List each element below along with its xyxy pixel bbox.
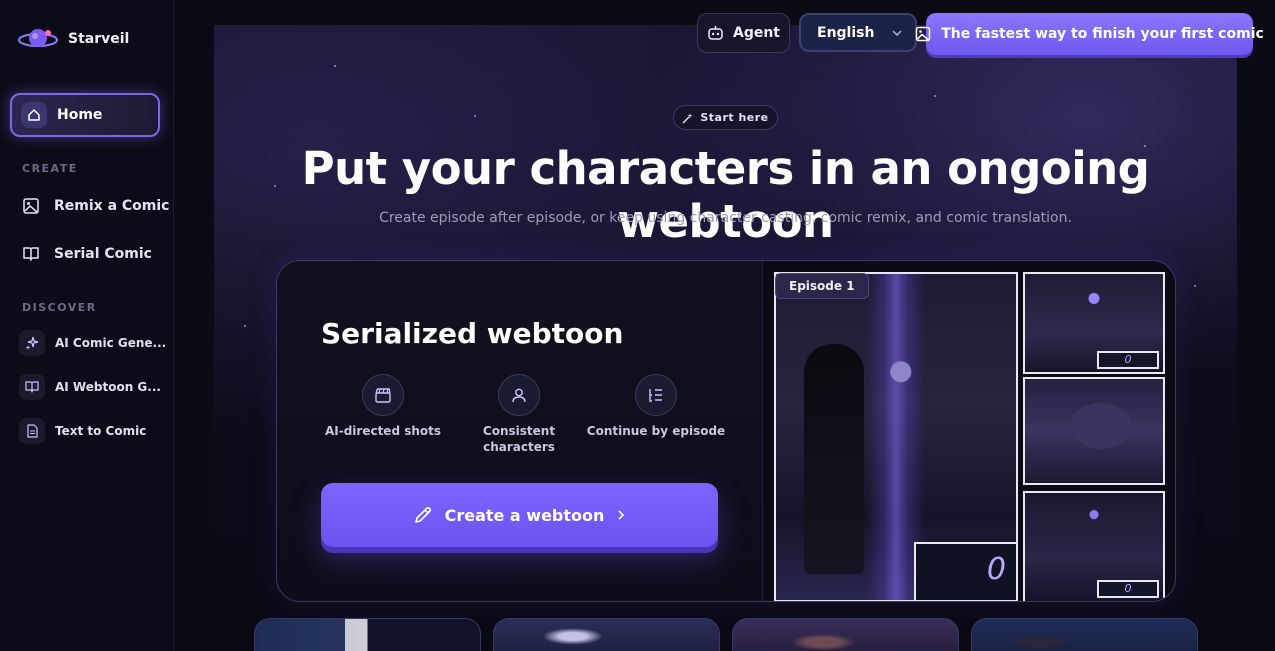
agent-button-label: Agent (732, 25, 780, 41)
panel-counter: 0 (914, 542, 1016, 600)
book-icon (22, 245, 40, 263)
chevron-right-icon (616, 509, 626, 521)
page-title: Put your characters in an ongoing webtoo… (301, 142, 1150, 248)
create-webtoon-button[interactable]: Create a webtoon (321, 483, 718, 547)
sidebar-item-label: Remix a Comic (54, 198, 170, 214)
image-icon (915, 26, 931, 42)
pencil-icon (413, 505, 433, 525)
feature-label: AI-directed shots (324, 424, 442, 438)
sidebar-item-remix-comic[interactable]: Remix a Comic (22, 197, 169, 215)
section-label-create: CREATE (22, 162, 78, 175)
showcase-card[interactable] (732, 618, 959, 651)
character-silhouette (804, 344, 864, 574)
sidebar-item-label: AI Comic Gene... (55, 336, 167, 350)
logo-icon (18, 25, 58, 53)
feature-ai-directed-shots: AI-directed shots (313, 374, 453, 439)
chevron-down-icon (892, 29, 902, 36)
showcase-card[interactable] (971, 618, 1198, 651)
feature-consistent-characters: Consistent characters (449, 374, 589, 455)
robot-icon (707, 25, 724, 41)
create-webtoon-label: Create a webtoon (444, 505, 605, 525)
sidebar-item-ai-webtoon-generator[interactable]: AI Webtoon G... (19, 374, 161, 400)
agent-button[interactable]: Agent (697, 13, 790, 53)
comic-panel-main: 0 (774, 272, 1018, 601)
feature-label: Consistent characters (482, 424, 556, 454)
sidebar-item-home[interactable]: Home (10, 93, 160, 137)
sidebar-item-serial-comic[interactable]: Serial Comic (22, 245, 152, 263)
feature-label: Continue by episode (586, 424, 726, 438)
cta-label: The fastest way to finish your first com… (941, 26, 1264, 42)
comic-preview: Episode 1 0 0 0 (762, 261, 1175, 601)
language-value: English (817, 24, 875, 41)
book-icon (19, 374, 45, 400)
card-content: Serialized webtoon AI-directed shots Con… (277, 261, 761, 601)
brand-name: Starveil (68, 31, 130, 47)
sidebar-item-text-to-comic[interactable]: Text to Comic (19, 418, 146, 444)
sparkles-icon (19, 330, 45, 356)
home-icon (21, 102, 47, 128)
sidebar-item-label: Text to Comic (55, 424, 147, 438)
card-title: Serialized webtoon (321, 317, 624, 350)
magic-wand-icon (682, 112, 694, 124)
clapperboard-icon (362, 374, 404, 416)
comic-panel-small: 0 (1023, 272, 1165, 374)
showcase-card[interactable] (254, 618, 481, 651)
section-label-discover: DISCOVER (22, 301, 97, 314)
comic-panel-small (1023, 377, 1165, 485)
feature-continue-by-episode: Continue by episode (586, 374, 726, 439)
user-icon (498, 374, 540, 416)
sidebar-item-label: AI Webtoon G... (55, 380, 161, 394)
showcase-card[interactable] (493, 618, 720, 651)
image-icon (22, 197, 40, 215)
panel-counter-text: 0 (986, 552, 1006, 587)
panel-counter-text: 0 (1097, 351, 1159, 369)
start-here-label: Start here (700, 111, 769, 124)
document-icon (19, 418, 45, 444)
language-select[interactable]: English (799, 13, 917, 52)
comic-panel-small: 0 (1023, 491, 1165, 601)
brand[interactable]: Starveil (18, 25, 129, 53)
panel-counter-text: 0 (1097, 580, 1159, 598)
sidebar-item-ai-comic-generator[interactable]: AI Comic Gene... (19, 330, 166, 356)
fastest-comic-button[interactable]: The fastest way to finish your first com… (915, 13, 1264, 55)
sidebar-item-label: Serial Comic (54, 246, 152, 262)
app-root: Starveil Home CREATE Remix a Comic Seria… (0, 0, 1275, 651)
list-icon (635, 374, 677, 416)
sidebar-item-label: Home (57, 107, 103, 123)
start-here-badge: Start here (673, 105, 778, 130)
serialized-webtoon-card: Serialized webtoon AI-directed shots Con… (276, 260, 1176, 602)
page-subtitle: Create episode after episode, or keep us… (379, 210, 1072, 226)
episode-badge: Episode 1 (775, 273, 869, 299)
sidebar: Starveil Home CREATE Remix a Comic Seria… (0, 0, 174, 651)
